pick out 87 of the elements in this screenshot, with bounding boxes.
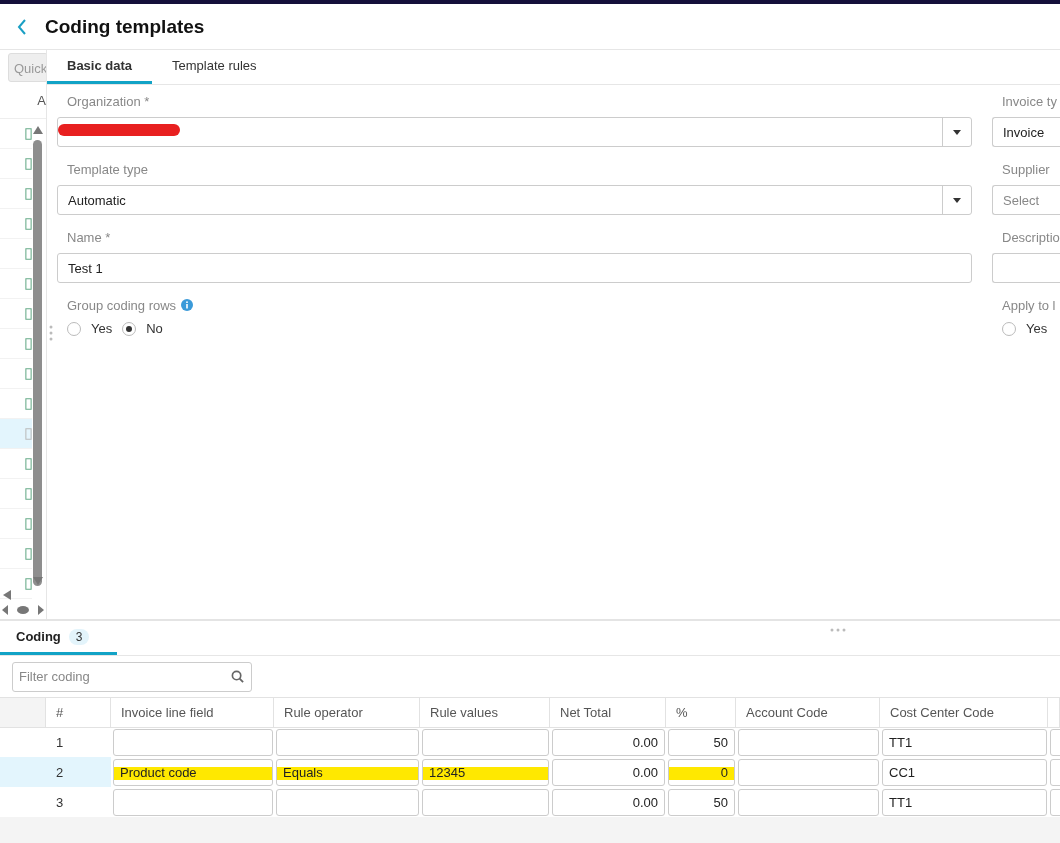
column-header: A xyxy=(37,92,46,108)
column-header: % xyxy=(666,697,736,728)
drag-handle-icon[interactable] xyxy=(49,325,53,341)
document-icon xyxy=(25,396,32,411)
search-icon[interactable] xyxy=(231,669,244,683)
cell-input[interactable] xyxy=(1050,729,1060,756)
document-icon xyxy=(25,456,32,471)
document-icon xyxy=(25,306,32,321)
column-header: Rule operator xyxy=(274,697,420,728)
caret-icon xyxy=(953,129,961,135)
cell-input[interactable] xyxy=(276,789,419,816)
column-header: # xyxy=(46,697,111,728)
radio-label: Yes xyxy=(1026,321,1048,336)
document-icon xyxy=(25,516,32,531)
page-title: Coding templates xyxy=(45,15,205,38)
tab[interactable]: Basic data xyxy=(47,50,153,84)
scrollbar[interactable] xyxy=(33,140,42,586)
caret-icon xyxy=(953,197,961,203)
cell-input[interactable]: 0.00 xyxy=(552,759,665,786)
cell-input[interactable] xyxy=(1050,789,1060,816)
document-icon xyxy=(25,216,32,231)
scroll-down-icon[interactable] xyxy=(33,577,43,585)
field-label: Organization * xyxy=(67,93,150,109)
document-icon xyxy=(25,336,32,351)
field-label: Name * xyxy=(67,229,111,245)
cell-input[interactable] xyxy=(738,759,879,786)
input-field[interactable]: Select xyxy=(992,185,1060,215)
field-label: Supplier xyxy=(1002,161,1050,177)
field-label: Descriptio xyxy=(1002,229,1060,245)
cell-input[interactable]: 0.00 xyxy=(552,729,665,756)
document-icon xyxy=(25,366,32,381)
info-icon[interactable] xyxy=(181,299,194,311)
row-number: 2 xyxy=(46,757,111,787)
cell-input[interactable] xyxy=(276,729,419,756)
input-field[interactable] xyxy=(992,253,1060,283)
radio-label: Yes xyxy=(91,321,113,336)
cell-input[interactable]: 50 xyxy=(668,789,735,816)
document-icon xyxy=(25,246,32,261)
input-field[interactable]: Invoice xyxy=(992,117,1060,147)
cell-input[interactable]: Equals xyxy=(276,759,419,786)
column-header: Rule values xyxy=(420,697,550,728)
document-icon xyxy=(25,186,32,201)
document-icon xyxy=(25,546,32,561)
cell-input[interactable] xyxy=(738,789,879,816)
header-cell xyxy=(1048,697,1060,728)
column-header: Account Code xyxy=(736,697,880,728)
tab[interactable]: Template rules xyxy=(152,50,277,84)
cell-input[interactable] xyxy=(422,789,549,816)
row-number: 1 xyxy=(55,734,65,752)
cell-input[interactable]: 12345 xyxy=(422,759,549,786)
document-icon xyxy=(25,486,32,501)
cell-input[interactable] xyxy=(738,729,879,756)
scroll-up-icon[interactable] xyxy=(33,126,43,134)
field-label: Template type xyxy=(67,161,148,177)
document-icon xyxy=(25,156,32,171)
horizontal-scroll-icon[interactable] xyxy=(2,605,44,615)
dropdown-field[interactable]: Automatic xyxy=(57,185,972,215)
cell-input[interactable]: Product code xyxy=(113,759,273,786)
column-header: Invoice line field xyxy=(111,697,274,728)
row-number: 3 xyxy=(55,794,65,812)
document-icon xyxy=(25,426,32,441)
filter-field[interactable]: Filter coding xyxy=(12,661,252,692)
cell-input[interactable] xyxy=(113,729,273,756)
cell-input[interactable] xyxy=(1050,759,1060,786)
cell-input[interactable]: 50 xyxy=(668,729,735,756)
radio-label: No xyxy=(146,321,163,336)
column-header: Cost Center Code xyxy=(880,697,1048,728)
input-field[interactable]: Test 1 xyxy=(57,253,972,283)
back-icon[interactable] xyxy=(17,18,27,35)
column-header: Net Total xyxy=(550,697,666,728)
cell-input[interactable]: 0 xyxy=(668,759,735,786)
cell-input[interactable]: TT1 xyxy=(882,789,1047,816)
dropdown-field[interactable] xyxy=(57,117,972,147)
document-icon xyxy=(25,576,32,591)
count-badge: 3 xyxy=(68,628,90,645)
field-label: Apply to l xyxy=(1002,297,1056,313)
row-selector[interactable] xyxy=(0,757,46,787)
scroll-left-icon[interactable] xyxy=(3,590,11,600)
field-label: Group coding rows xyxy=(67,297,177,313)
document-icon xyxy=(25,126,32,141)
cell-input[interactable] xyxy=(422,729,549,756)
field-label: Invoice ty xyxy=(1002,93,1057,109)
document-icon xyxy=(25,276,32,291)
cell-input[interactable]: CC1 xyxy=(882,759,1047,786)
cell-input[interactable]: 0.00 xyxy=(552,789,665,816)
cell-input[interactable] xyxy=(113,789,273,816)
cell-input[interactable]: TT1 xyxy=(882,729,1047,756)
